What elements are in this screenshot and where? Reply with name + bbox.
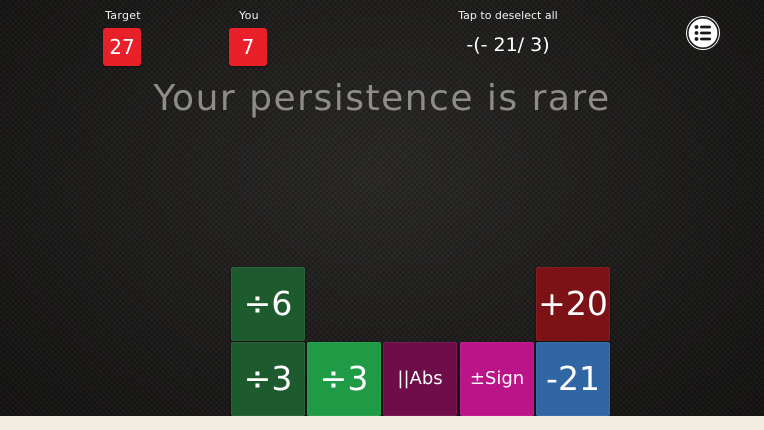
menu-button[interactable] [686, 16, 720, 50]
tile-plus-20[interactable]: +20 [536, 267, 610, 341]
deselect-all-hint[interactable]: Tap to deselect all [418, 9, 598, 22]
target-label: Target [105, 9, 141, 22]
floor-strip [0, 416, 764, 430]
current-expression: -(- 21/ 3) [466, 34, 550, 56]
you-label: You [239, 9, 259, 22]
tile-divide-3-dark[interactable]: ÷3 [231, 342, 305, 416]
tile-divide-6[interactable]: ÷6 [231, 267, 305, 341]
you-value: 7 [229, 28, 267, 66]
target-value: 27 [103, 28, 141, 66]
list-menu-icon [687, 17, 719, 49]
tile-divide-3-light[interactable]: ÷3 [307, 342, 381, 416]
tile-minus-21[interactable]: -21 [536, 342, 610, 416]
tile-absolute-value[interactable]: ||Abs [383, 342, 457, 416]
encouragement-message: Your persistence is rare [153, 78, 611, 119]
tile-sign-toggle[interactable]: ±Sign [460, 342, 534, 416]
